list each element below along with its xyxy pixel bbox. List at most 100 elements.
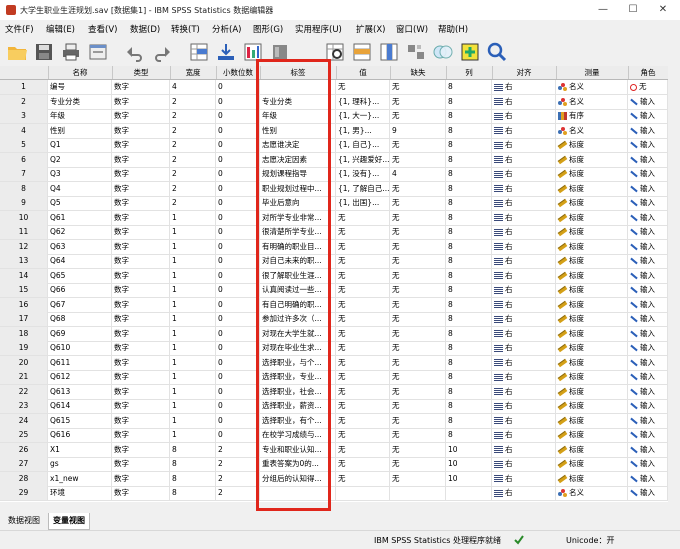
cell-width[interactable]: 8 xyxy=(170,486,216,500)
cell-width[interactable]: 1 xyxy=(170,370,216,384)
cell-width[interactable]: 8 xyxy=(170,457,216,471)
cell-columns[interactable]: 8 xyxy=(446,80,492,94)
cell-decimals[interactable]: 2 xyxy=(216,486,260,500)
cell-label[interactable]: 志愿谁决定 xyxy=(260,138,336,152)
cell-measure[interactable]: 标度 xyxy=(556,312,628,326)
goto-variable-icon[interactable] xyxy=(215,41,237,63)
variable-row[interactable]: 12 Q63 数字 1 0 有明确的职业目... 无无 8 右标度 输入 xyxy=(0,239,668,255)
select-cases-icon[interactable] xyxy=(459,41,481,63)
cell-columns[interactable]: 8 xyxy=(446,341,492,355)
cell-missing[interactable]: 无 xyxy=(390,109,446,123)
cell-columns[interactable]: 8 xyxy=(446,94,492,109)
cell-columns[interactable]: 10 xyxy=(446,442,492,457)
cell-missing[interactable]: 无 xyxy=(390,210,446,225)
cell-role[interactable]: 输入 xyxy=(628,486,668,500)
cell-role[interactable]: 输入 xyxy=(628,370,668,384)
cell-missing[interactable]: 无 xyxy=(390,283,446,297)
variable-row[interactable]: 5 Q1 数字 2 0 志愿谁决定 {1, 自己}... 无 8 右 标度 输入 xyxy=(0,138,668,153)
cell-columns[interactable]: 8 xyxy=(446,370,492,384)
cell-values[interactable]: {1, 男}... xyxy=(336,123,390,138)
cell-decimals[interactable]: 0 xyxy=(216,152,260,167)
cell-align[interactable]: 右 xyxy=(492,442,556,457)
cell-label[interactable]: 对现在毕业生求... xyxy=(260,341,336,355)
cell-missing[interactable]: 无 xyxy=(390,268,446,283)
cell-role[interactable]: 输入 xyxy=(628,442,668,457)
cell-type[interactable]: 数字 xyxy=(112,239,170,254)
cell-align[interactable]: 右 xyxy=(492,80,556,94)
horizontal-scrollbar[interactable] xyxy=(0,502,668,512)
cell-missing[interactable]: 无 xyxy=(390,239,446,254)
cell-missing[interactable]: 无 xyxy=(390,297,446,312)
cell-measure[interactable]: 名义 xyxy=(556,80,628,94)
cell-label[interactable]: 对现在大学生就... xyxy=(260,326,336,341)
cell-name[interactable]: Q66 xyxy=(48,283,112,297)
cell-decimals[interactable]: 0 xyxy=(216,94,260,109)
cell-measure[interactable]: 标度 xyxy=(556,399,628,413)
cell-width[interactable]: 2 xyxy=(170,94,216,109)
tab-data-view[interactable]: 数据视图 xyxy=(4,513,44,529)
cell-decimals[interactable]: 0 xyxy=(216,326,260,341)
cell-name[interactable]: Q613 xyxy=(48,384,112,399)
cell-decimals[interactable]: 0 xyxy=(216,239,260,254)
cell-role[interactable]: 输入 xyxy=(628,471,668,486)
cell-type[interactable]: 数字 xyxy=(112,471,170,486)
cell-align[interactable]: 右 xyxy=(492,268,556,283)
cell-type[interactable]: 数字 xyxy=(112,457,170,471)
weight-cases-icon[interactable] xyxy=(432,41,454,63)
cell-width[interactable]: 8 xyxy=(170,442,216,457)
cell-type[interactable]: 数字 xyxy=(112,123,170,138)
cell-name[interactable]: Q2 xyxy=(48,152,112,167)
cell-name[interactable]: Q616 xyxy=(48,428,112,442)
variable-row[interactable]: 27 gs 数字 8 2 重表答案为0的... 无无 10 右标度 输入 xyxy=(0,457,668,472)
cell-width[interactable]: 2 xyxy=(170,109,216,123)
variable-row[interactable]: 9 Q5 数字 2 0 毕业后意向 {1, 出国}... 无 8 右 标度 输入 xyxy=(0,196,668,211)
cell-values[interactable]: 无 xyxy=(336,399,390,413)
cell-role[interactable]: 输入 xyxy=(628,123,668,138)
cell-role[interactable]: 输入 xyxy=(628,167,668,181)
cell-decimals[interactable]: 2 xyxy=(216,471,260,486)
cell-columns[interactable]: 8 xyxy=(446,239,492,254)
cell-label[interactable]: 毕业后意向 xyxy=(260,196,336,210)
variable-row[interactable]: 1 编号 数字 4 0 无无 8 右名义无 xyxy=(0,80,668,95)
cell-name[interactable]: Q611 xyxy=(48,355,112,370)
cell-name[interactable]: 性别 xyxy=(48,123,112,138)
menu-transform[interactable]: 转换(T) xyxy=(171,23,200,35)
cell-decimals[interactable]: 0 xyxy=(216,225,260,239)
split-file-icon[interactable] xyxy=(405,41,427,63)
cell-role[interactable]: 输入 xyxy=(628,399,668,413)
cell-align[interactable]: 右 xyxy=(492,355,556,370)
cell-label[interactable]: 很清楚所学专业... xyxy=(260,225,336,239)
cell-columns[interactable]: 8 xyxy=(446,384,492,399)
variable-row[interactable]: 14 Q65 数字 1 0 很了解职业生涯... 无无 8 右标度 输入 xyxy=(0,268,668,284)
cell-name[interactable]: Q614 xyxy=(48,399,112,413)
print-icon[interactable] xyxy=(60,41,82,63)
variable-row[interactable]: 17 Q68 数字 1 0 参加过许多次（... 无无 8 右标度 输入 xyxy=(0,312,668,327)
cell-values[interactable]: 无 xyxy=(336,457,390,471)
cell-values[interactable]: {1, 没有}... xyxy=(336,167,390,181)
cell-name[interactable]: Q4 xyxy=(48,181,112,196)
redo-icon[interactable] xyxy=(151,41,173,63)
cell-type[interactable]: 数字 xyxy=(112,355,170,370)
cell-label[interactable]: 专业分类 xyxy=(260,94,336,109)
cell-name[interactable]: Q65 xyxy=(48,268,112,283)
cell-decimals[interactable]: 0 xyxy=(216,181,260,196)
cell-values[interactable]: {1, 大一}... xyxy=(336,109,390,123)
cell-label[interactable]: 规划课程指导 xyxy=(260,167,336,181)
cell-columns[interactable]: 8 xyxy=(446,196,492,210)
cell-name[interactable]: 年级 xyxy=(48,109,112,123)
cell-align[interactable]: 右 xyxy=(492,138,556,152)
cell-name[interactable]: 专业分类 xyxy=(48,94,112,109)
cell-role[interactable]: 输入 xyxy=(628,326,668,341)
cell-role[interactable]: 输入 xyxy=(628,225,668,239)
cell-type[interactable]: 数字 xyxy=(112,413,170,428)
cell-type[interactable]: 数字 xyxy=(112,210,170,225)
cell-missing[interactable]: 无 xyxy=(390,326,446,341)
cell-decimals[interactable]: 2 xyxy=(216,457,260,471)
cell-width[interactable]: 1 xyxy=(170,428,216,442)
cell-missing[interactable]: 无 xyxy=(390,254,446,268)
cell-type[interactable]: 数字 xyxy=(112,442,170,457)
cell-align[interactable]: 右 xyxy=(492,109,556,123)
cell-align[interactable]: 右 xyxy=(492,370,556,384)
col-header-role[interactable]: 角色 xyxy=(628,66,668,79)
insert-variable-icon[interactable] xyxy=(378,41,400,63)
